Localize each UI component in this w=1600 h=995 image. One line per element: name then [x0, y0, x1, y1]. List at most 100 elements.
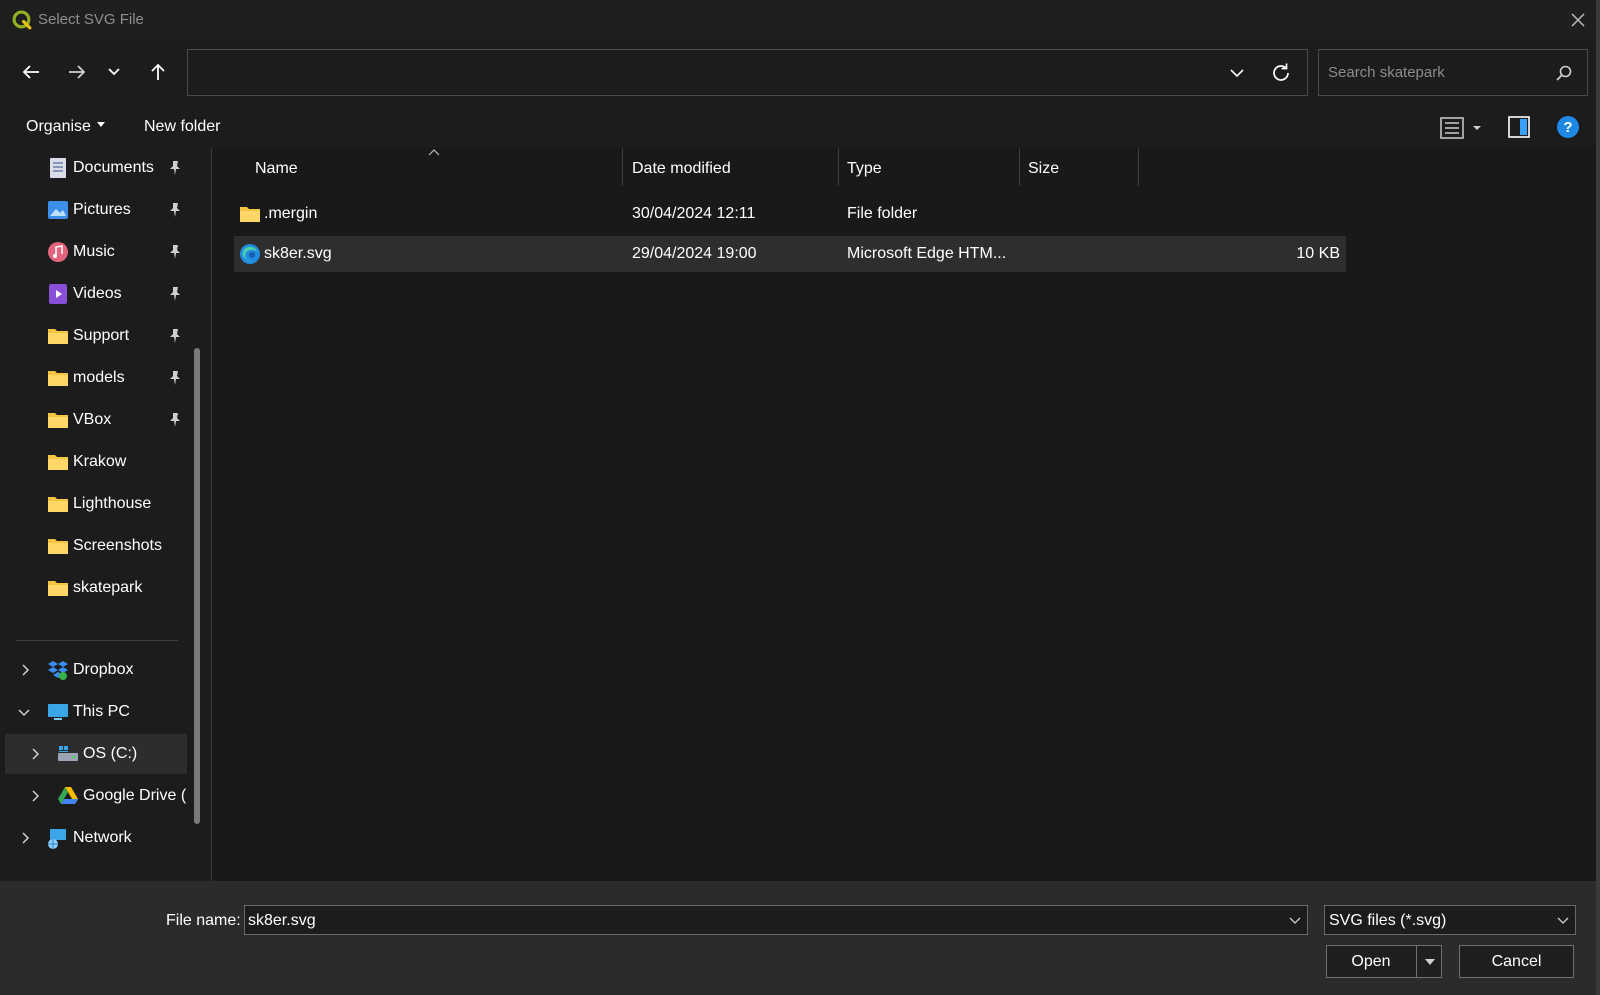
address-bar[interactable]	[187, 49, 1308, 96]
sidebar-item-label: models	[73, 369, 125, 386]
documents-icon	[50, 158, 66, 178]
help-icon[interactable]: ?	[1556, 115, 1580, 139]
sidebar-item-screenshots[interactable]: Screenshots	[0, 526, 200, 566]
sidebar-item-this-pc[interactable]: This PC	[0, 692, 200, 732]
sidebar-scrollbar[interactable]	[194, 348, 200, 824]
sidebar-item-vbox[interactable]: VBox	[0, 400, 200, 440]
sidebar-item-documents[interactable]: Documents	[0, 148, 200, 188]
file-size: 10 KB	[1296, 245, 1340, 262]
sidebar-item-lighthouse[interactable]: Lighthouse	[0, 484, 200, 524]
column-divider[interactable]	[1019, 148, 1020, 186]
pin-icon[interactable]	[167, 412, 183, 428]
pin-icon[interactable]	[167, 244, 183, 260]
column-divider[interactable]	[1138, 148, 1139, 186]
column-header-size[interactable]: Size	[1028, 160, 1059, 178]
column-header-name[interactable]: Name	[255, 160, 298, 178]
svg-text:?: ?	[1563, 119, 1572, 136]
file-name-value: sk8er.svg	[248, 912, 316, 929]
organise-button[interactable]: Organise	[26, 118, 105, 136]
search-icon	[1556, 65, 1572, 81]
view-options-icon[interactable]	[1440, 116, 1486, 140]
search-input[interactable]: Search skatepark	[1318, 49, 1588, 96]
window-title: Select SVG File	[38, 11, 144, 28]
open-options-button[interactable]	[1416, 945, 1442, 978]
chevron-down-icon[interactable]	[1289, 914, 1301, 926]
chevron-down-icon[interactable]	[1227, 63, 1247, 83]
dropbox-icon	[48, 661, 68, 680]
qgis-app-icon	[12, 10, 32, 30]
file-type: File folder	[847, 205, 918, 222]
pin-icon[interactable]	[167, 370, 183, 386]
file-type-select[interactable]: SVG files (*.svg)	[1324, 905, 1576, 935]
column-divider[interactable]	[838, 148, 839, 186]
file-list: Name Date modified Type Size .mergin 30/…	[212, 148, 1600, 881]
sidebar-item-label: This PC	[73, 703, 130, 720]
sidebar-item-pictures[interactable]: Pictures	[0, 190, 200, 230]
sidebar-item-support[interactable]: Support	[0, 316, 200, 356]
sort-ascending-icon	[428, 149, 440, 156]
back-button[interactable]	[14, 55, 48, 89]
forward-button[interactable]	[60, 55, 94, 89]
arrow-up-icon	[151, 63, 165, 80]
sidebar-item-label: skatepark	[73, 579, 143, 596]
chevron-down-icon	[108, 68, 120, 76]
caret-down-icon	[1424, 958, 1435, 965]
sidebar-item-os-c[interactable]: OS (C:)	[5, 734, 187, 774]
file-name: sk8er.svg	[264, 245, 332, 262]
pin-icon[interactable]	[167, 286, 183, 302]
file-type: Microsoft Edge HTM...	[847, 245, 1007, 262]
sidebar-item-skatepark[interactable]: skatepark	[0, 568, 200, 608]
recent-locations-button[interactable]	[102, 55, 126, 89]
file-name: .mergin	[264, 205, 318, 222]
chevron-right-icon[interactable]	[28, 747, 42, 761]
folder-icon	[48, 497, 68, 512]
refresh-icon[interactable]	[1269, 61, 1293, 85]
sidebar-item-videos[interactable]: Videos	[0, 274, 200, 314]
folder-icon	[48, 455, 68, 470]
sidebar-item-krakow[interactable]: Krakow	[0, 442, 200, 482]
sidebar-item-music[interactable]: Music	[0, 232, 200, 272]
file-row-mergin[interactable]: .mergin 30/04/2024 12:11 File folder	[234, 196, 1346, 232]
sidebar-item-label: Dropbox	[73, 661, 134, 678]
pin-icon[interactable]	[167, 328, 183, 344]
close-window-button[interactable]	[1565, 7, 1591, 33]
pin-icon[interactable]	[167, 202, 183, 218]
sidebar-item-label: OS (C:)	[83, 745, 138, 762]
close-icon	[1571, 13, 1585, 27]
file-name-label: File name:	[166, 912, 241, 929]
sidebar-item-dropbox[interactable]: Dropbox	[0, 650, 200, 690]
sidebar-item-network[interactable]: Network	[0, 818, 200, 858]
up-button[interactable]	[141, 55, 175, 89]
navigation-bar: Search skatepark	[0, 40, 1600, 106]
column-header-date[interactable]: Date modified	[632, 160, 731, 178]
organise-label: Organise	[26, 118, 91, 135]
chevron-right-icon[interactable]	[28, 789, 42, 803]
folder-icon	[48, 539, 68, 554]
column-header-type[interactable]: Type	[847, 160, 882, 178]
sidebar-item-label: VBox	[73, 411, 112, 428]
pin-icon[interactable]	[167, 160, 183, 176]
title-bar: Select SVG File	[0, 0, 1600, 40]
preview-pane-icon[interactable]	[1507, 115, 1531, 139]
folder-icon	[48, 371, 68, 386]
chevron-right-icon[interactable]	[18, 831, 32, 845]
column-divider[interactable]	[622, 148, 623, 186]
sidebar-item-google-drive[interactable]: Google Drive (	[0, 776, 200, 816]
file-date: 30/04/2024 12:11	[632, 205, 756, 222]
file-date: 29/04/2024 19:00	[632, 245, 757, 262]
network-icon	[48, 829, 66, 849]
new-folder-button[interactable]: New folder	[144, 118, 220, 136]
sidebar-item-label: Network	[73, 829, 132, 846]
cancel-button[interactable]: Cancel	[1459, 945, 1574, 978]
command-toolbar: Organise New folder ?	[0, 106, 1600, 148]
file-name-field[interactable]: sk8er.svg	[244, 905, 1308, 935]
sidebar-item-label: Pictures	[73, 201, 131, 218]
cancel-label: Cancel	[1491, 952, 1542, 970]
chevron-down-icon[interactable]	[17, 705, 31, 719]
caret-down-icon	[96, 122, 105, 128]
folder-icon	[240, 207, 260, 222]
sidebar-divider	[16, 640, 178, 641]
chevron-right-icon[interactable]	[18, 663, 32, 677]
sidebar-item-models[interactable]: models	[0, 358, 200, 398]
file-row-sk8er[interactable]: sk8er.svg 29/04/2024 19:00 Microsoft Edg…	[234, 236, 1346, 272]
